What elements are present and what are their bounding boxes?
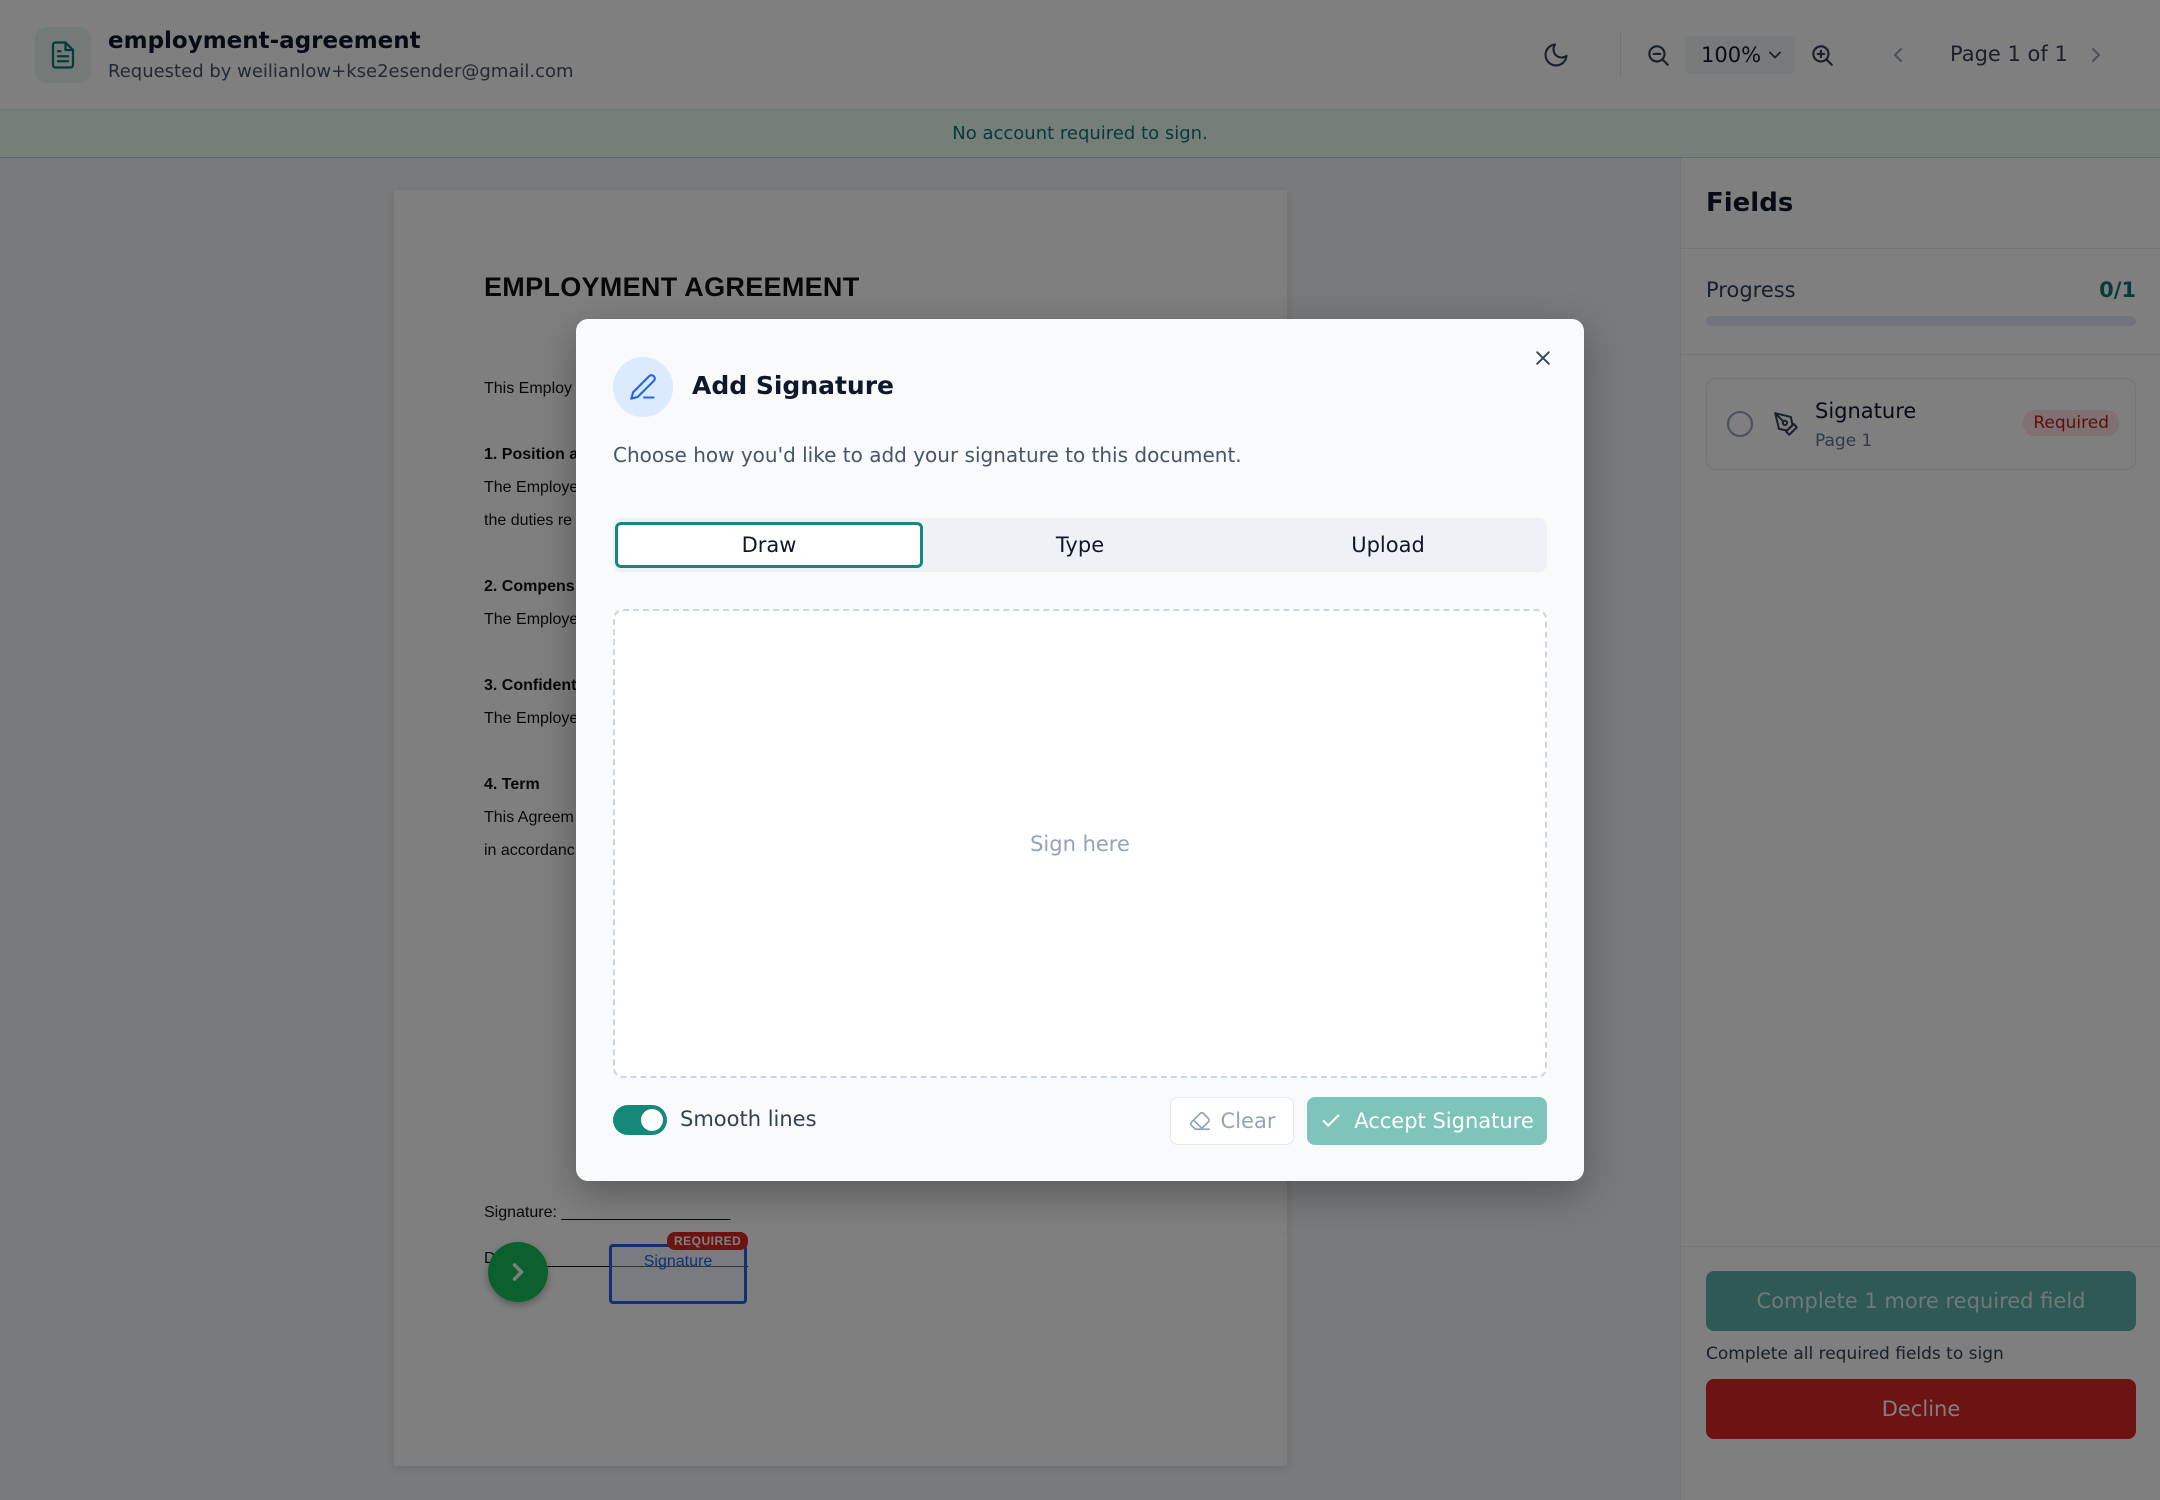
dialog-description: Choose how you'd like to add your signat…	[613, 443, 1242, 467]
tab-upload[interactable]: Upload	[1234, 522, 1542, 568]
check-icon	[1322, 1114, 1340, 1127]
smooth-lines-label: Smooth lines	[680, 1107, 817, 1131]
close-icon	[1536, 351, 1550, 365]
dialog-title: Add Signature	[692, 371, 895, 400]
signature-canvas[interactable]: Sign here	[613, 609, 1547, 1078]
canvas-placeholder: Sign here	[1030, 831, 1130, 856]
accept-signature-button[interactable]: Accept Signature	[1307, 1097, 1547, 1145]
add-signature-dialog: Add Signature Choose how you'd like to a…	[576, 319, 1584, 1181]
tab-draw[interactable]: Draw	[615, 522, 923, 568]
smooth-lines-toggle[interactable]	[613, 1105, 667, 1135]
clear-button[interactable]: Clear	[1170, 1097, 1294, 1145]
accept-label: Accept Signature	[1354, 1109, 1534, 1133]
eraser-icon	[1189, 1111, 1210, 1131]
toggle-knob	[641, 1109, 663, 1131]
clear-label: Clear	[1220, 1109, 1276, 1133]
close-button[interactable]	[1528, 343, 1558, 373]
tab-type[interactable]: Type	[926, 522, 1234, 568]
signature-method-tabs: Draw Type Upload	[613, 518, 1547, 572]
pen-icon	[613, 357, 673, 417]
